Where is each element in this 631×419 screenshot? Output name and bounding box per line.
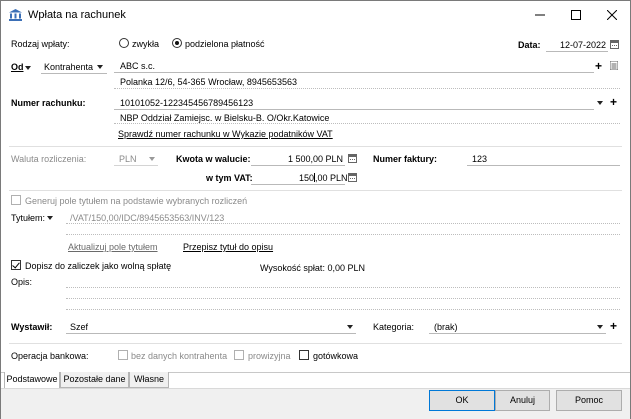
issued-by-select[interactable]: Szef bbox=[70, 322, 88, 332]
help-button[interactable]: Pomoc bbox=[556, 390, 622, 411]
vat-value-int: 150 bbox=[299, 173, 315, 183]
add-to-advances-checkbox[interactable] bbox=[11, 260, 21, 270]
window-title: Wpłata na rachunek bbox=[28, 9, 126, 21]
vat-value-rest: ,00 PLN bbox=[315, 173, 348, 183]
description-dotline-1[interactable] bbox=[66, 287, 620, 288]
cancel-button[interactable]: Anuluj bbox=[495, 390, 550, 411]
amount-field[interactable]: 1 500,00 PLN bbox=[288, 154, 343, 164]
commission-checkbox[interactable] bbox=[234, 350, 244, 360]
vat-calculator-icon[interactable] bbox=[348, 173, 357, 182]
title-dropdown-icon[interactable] bbox=[47, 216, 53, 220]
calendar-icon[interactable] bbox=[610, 40, 619, 49]
tab-basic[interactable]: Podstawowe bbox=[4, 372, 60, 389]
category-select[interactable]: (brak) bbox=[434, 322, 458, 332]
description-label: Opis: bbox=[11, 277, 33, 287]
title-bar: Wpłata na rachunek bbox=[1, 1, 630, 29]
add-contractor-icon[interactable]: + bbox=[595, 60, 602, 72]
date-label: Data: bbox=[518, 40, 541, 50]
generate-title-checkbox[interactable] bbox=[11, 195, 21, 205]
description-dotline-2[interactable] bbox=[66, 298, 620, 299]
issued-by-chevron-down-icon[interactable] bbox=[347, 325, 353, 329]
no-contractor-checkbox[interactable] bbox=[118, 350, 128, 360]
contractor-address: Polanka 12/6, 54-365 Wrocław, 8945653563 bbox=[120, 77, 297, 87]
invoice-number-field[interactable]: 123 bbox=[472, 154, 487, 164]
description-dotline-3[interactable] bbox=[66, 309, 620, 310]
no-contractor-label: bez danych kontrahenta bbox=[131, 351, 228, 361]
vat-label: w tym VAT: bbox=[206, 173, 253, 183]
account-number-label: Numer rachunku: bbox=[11, 98, 86, 108]
list-icon[interactable] bbox=[610, 61, 618, 70]
amount-underline bbox=[251, 165, 345, 166]
bank-operation-label: Operacja bankowa: bbox=[11, 351, 89, 361]
bank-dotline bbox=[114, 123, 620, 124]
maximize-icon bbox=[571, 10, 581, 20]
from-type-select[interactable]: Kontrahenta bbox=[44, 62, 93, 72]
category-underline bbox=[429, 333, 606, 334]
copy-title-link[interactable]: Przepisz tytuł do opisu bbox=[183, 242, 273, 252]
currency-label: Waluta rozliczenia: bbox=[11, 154, 87, 164]
ok-button[interactable]: OK bbox=[429, 390, 495, 411]
from-dropdown-icon[interactable] bbox=[25, 66, 31, 70]
contractor-name-underline bbox=[114, 72, 594, 73]
from-type-underline bbox=[41, 73, 107, 74]
generate-title-label: Generuj pole tytułem na podstawie wybran… bbox=[25, 196, 248, 206]
issued-by-underline bbox=[66, 333, 356, 334]
date-underline bbox=[546, 51, 608, 52]
separator-2 bbox=[9, 190, 622, 191]
minimize-button[interactable] bbox=[522, 1, 558, 29]
commission-label: prowizyjna bbox=[248, 351, 291, 361]
update-title-link[interactable]: Aktualizuj pole tytułem bbox=[68, 242, 158, 252]
account-number-underline bbox=[114, 109, 594, 110]
title-dotline-1 bbox=[66, 223, 620, 224]
cash-label[interactable]: gotówkowa bbox=[313, 351, 358, 361]
vat-field[interactable]: 150,00 PLN bbox=[299, 173, 348, 183]
payment-type-split-label[interactable]: podzielona płatność bbox=[185, 39, 265, 49]
payment-type-label: Rodzaj wpłaty: bbox=[11, 39, 70, 49]
payment-type-split-radio[interactable] bbox=[172, 38, 182, 48]
maximize-button[interactable] bbox=[558, 1, 594, 29]
add-category-icon[interactable]: + bbox=[610, 320, 617, 332]
from-label[interactable]: Od bbox=[11, 62, 24, 72]
verify-account-link[interactable]: Sprawdź numer rachunku w Wykazie podatni… bbox=[118, 129, 333, 139]
payment-dialog: Wpłata na rachunek Rodzaj wpłaty: zwykła… bbox=[0, 0, 631, 419]
currency-underline bbox=[114, 165, 158, 166]
minimize-icon bbox=[535, 14, 545, 16]
bank-name: NBP Oddział Zamiejsc. w Bielsku-B. O/Okr… bbox=[120, 113, 330, 123]
add-to-advances-label[interactable]: Dopisz do zaliczek jako wolną spłatę bbox=[25, 261, 171, 271]
close-button[interactable] bbox=[594, 1, 630, 29]
separator bbox=[9, 146, 622, 147]
currency-select: PLN bbox=[119, 154, 137, 164]
contractor-name-field[interactable]: ABC s.c. bbox=[120, 61, 155, 71]
close-icon bbox=[606, 9, 618, 21]
amount-label: Kwota w walucie: bbox=[176, 154, 251, 164]
date-field[interactable]: 12-07-2022 bbox=[560, 40, 606, 50]
title-label: Tytułem: bbox=[11, 213, 46, 223]
bank-icon bbox=[9, 9, 22, 21]
repayment-amount: Wysokość spłat: 0,00 PLN bbox=[260, 263, 365, 273]
payment-type-regular-label[interactable]: zwykła bbox=[132, 39, 159, 49]
tab-other-data[interactable]: Pozostałe dane bbox=[60, 372, 129, 388]
invoice-number-label: Numer faktury: bbox=[373, 154, 438, 164]
calculator-icon[interactable] bbox=[348, 154, 357, 163]
add-account-icon[interactable]: + bbox=[610, 96, 617, 108]
issued-by-label: Wystawił: bbox=[11, 322, 53, 332]
title-dotline-2 bbox=[66, 234, 620, 235]
vat-underline bbox=[251, 184, 345, 185]
payment-type-regular-radio[interactable] bbox=[119, 38, 129, 48]
title-field[interactable]: /VAT/150,00/IDC/8945653563/INV/123 bbox=[70, 213, 224, 223]
account-chevron-down-icon[interactable] bbox=[597, 101, 603, 105]
invoice-number-underline bbox=[467, 165, 620, 166]
account-number-field[interactable]: 10101052-122345456789456123 bbox=[120, 98, 253, 108]
tab-custom[interactable]: Własne bbox=[129, 372, 169, 388]
from-type-chevron-down-icon[interactable] bbox=[97, 65, 103, 69]
category-label: Kategoria: bbox=[373, 322, 415, 332]
address-dotline bbox=[114, 88, 620, 89]
cash-checkbox[interactable] bbox=[299, 350, 309, 360]
separator-3 bbox=[9, 343, 622, 344]
currency-chevron-down-icon bbox=[149, 157, 155, 161]
category-chevron-down-icon[interactable] bbox=[597, 325, 603, 329]
